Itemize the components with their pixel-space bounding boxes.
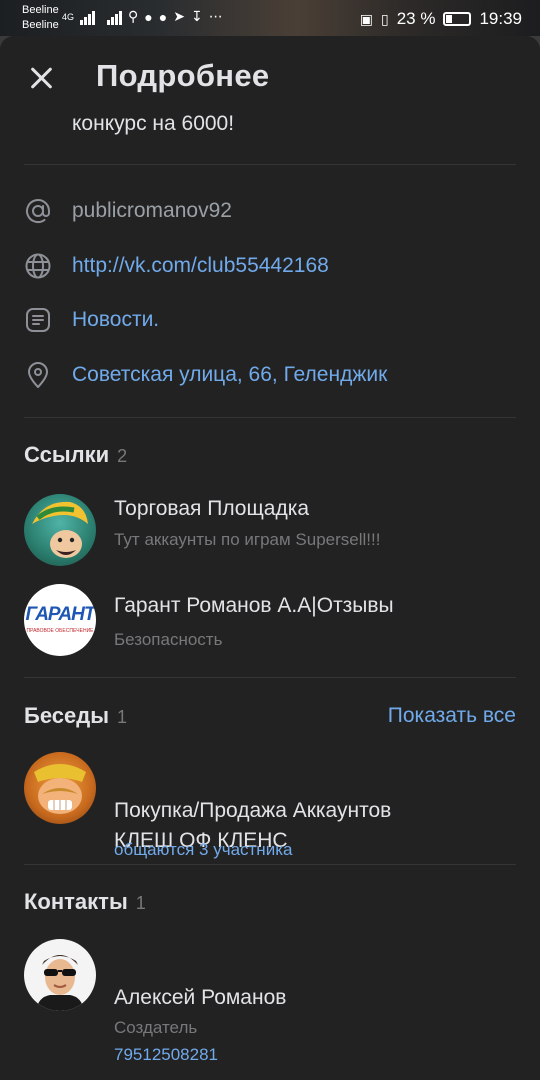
clock: 19:39 (479, 9, 522, 28)
divider (24, 864, 516, 865)
link-subtitle: Безопасность (114, 630, 223, 649)
divider (24, 417, 516, 418)
battery-percent: 23 % (396, 9, 436, 28)
handle-text: publicromanov92 (72, 199, 232, 222)
at-icon (26, 199, 50, 223)
status-left-icons: 4G ⚲ ● ● ➤ ↧ ⋯ (62, 8, 223, 25)
battery-icon (443, 12, 472, 26)
chats-section-title: Беседы 1 (24, 703, 127, 729)
divider (24, 164, 516, 165)
category-link[interactable]: Новости. (72, 308, 159, 332)
contacts-section-title: Контакты 1 (24, 889, 146, 915)
globe-icon (25, 253, 51, 279)
carrier-labels: Beeline Beeline (22, 3, 59, 33)
garant-logo: ГАРАНТ (25, 604, 96, 625)
contact-item[interactable]: Алексей Романов Создатель 79512508281 (0, 939, 540, 1064)
show-all-button[interactable]: Показать все (388, 704, 516, 728)
chat-members: общаются 3 участника (114, 840, 293, 859)
info-category-row[interactable]: Новости. (0, 300, 540, 340)
address-link[interactable]: Советская улица, 66, Геленджик (72, 363, 387, 387)
more-icon: ⋯ (208, 8, 223, 24)
barbarian-character-icon (34, 764, 86, 814)
link-title: Торговая Площадка (114, 497, 310, 520)
divider (24, 677, 516, 678)
link-item-garant[interactable]: ГАРАНТ ПРАВОВОЕ ОБЕСПЕЧЕНИЕ Гарант Роман… (0, 582, 540, 660)
info-website-row[interactable]: http://vk.com/club55442168 (0, 246, 540, 286)
garant-logo-subtitle: ПРАВОВОЕ ОБЕСПЕЧЕНИЕ (26, 628, 94, 634)
status-right: ▣ ▯ 23 % 19:39 (360, 9, 522, 29)
network-type: 4G (62, 11, 75, 22)
close-button[interactable] (24, 60, 60, 96)
person-with-sunglasses-icon (36, 955, 84, 1011)
description-text: конкурс на 6000! (72, 112, 235, 135)
sheet-header: Подробнее (0, 36, 540, 112)
links-count: 2 (117, 446, 128, 466)
status-bar: Beeline Beeline 4G ⚲ ● ● ➤ ↧ ⋯ ▣ ▯ 23 % … (0, 0, 540, 36)
location-pin-icon (28, 362, 48, 388)
links-section-title: Ссылки 2 (24, 442, 127, 468)
game-icon: ● (144, 8, 153, 25)
chats-title: Беседы (24, 703, 109, 728)
telegram-icon: ➤ (173, 8, 185, 24)
contacts-title: Контакты (24, 889, 128, 914)
contact-role: Создатель (114, 1018, 198, 1037)
chats-count: 1 (116, 707, 127, 727)
signal-2-icon (107, 9, 123, 25)
link-title: Гарант Романов А.А|Отзывы (114, 594, 394, 617)
chat-title-line-1: Покупка/Продажа Аккаунтов (114, 799, 392, 822)
info-address-row[interactable]: Советская улица, 66, Геленджик (0, 355, 540, 395)
details-sheet: конкурс на 6000! Подробнее publicromanov… (0, 36, 540, 1080)
chat-item[interactable]: Покупка/Продажа Аккаунтов КЛЕШ ОФ КЛЕНС … (0, 752, 540, 859)
signal-1-icon (80, 9, 96, 25)
contacts-count: 1 (135, 893, 146, 913)
nfc-icon: ▣ (359, 10, 373, 27)
carrier-1: Beeline (22, 4, 59, 16)
brawl-character-icon (32, 501, 88, 558)
link-subtitle: Тут аккаунты по играм Supersell!!! (114, 530, 381, 549)
avatar (24, 752, 96, 824)
contact-phone[interactable]: 79512508281 (114, 1045, 218, 1065)
article-icon (26, 308, 50, 332)
info-handle-row: publicromanov92 (0, 191, 540, 231)
carrier-2: Beeline (22, 19, 59, 31)
page-title: Подробнее (96, 58, 270, 93)
contact-name: Алексей Романов (114, 986, 287, 1009)
vibrate-icon: ▯ (380, 10, 389, 27)
website-link[interactable]: http://vk.com/club55442168 (72, 254, 329, 278)
download-icon: ↧ (190, 8, 203, 24)
avatar: ГАРАНТ ПРАВОВОЕ ОБЕСПЕЧЕНИЕ (24, 584, 96, 656)
link-item-trading[interactable]: Торговая Площадка Тут аккаунты по играм … (0, 492, 540, 570)
avatar (24, 939, 96, 1011)
search-icon: ⚲ (128, 8, 139, 24)
links-title: Ссылки (24, 442, 110, 467)
avatar (24, 494, 96, 566)
chat-icon: ● (158, 8, 168, 25)
